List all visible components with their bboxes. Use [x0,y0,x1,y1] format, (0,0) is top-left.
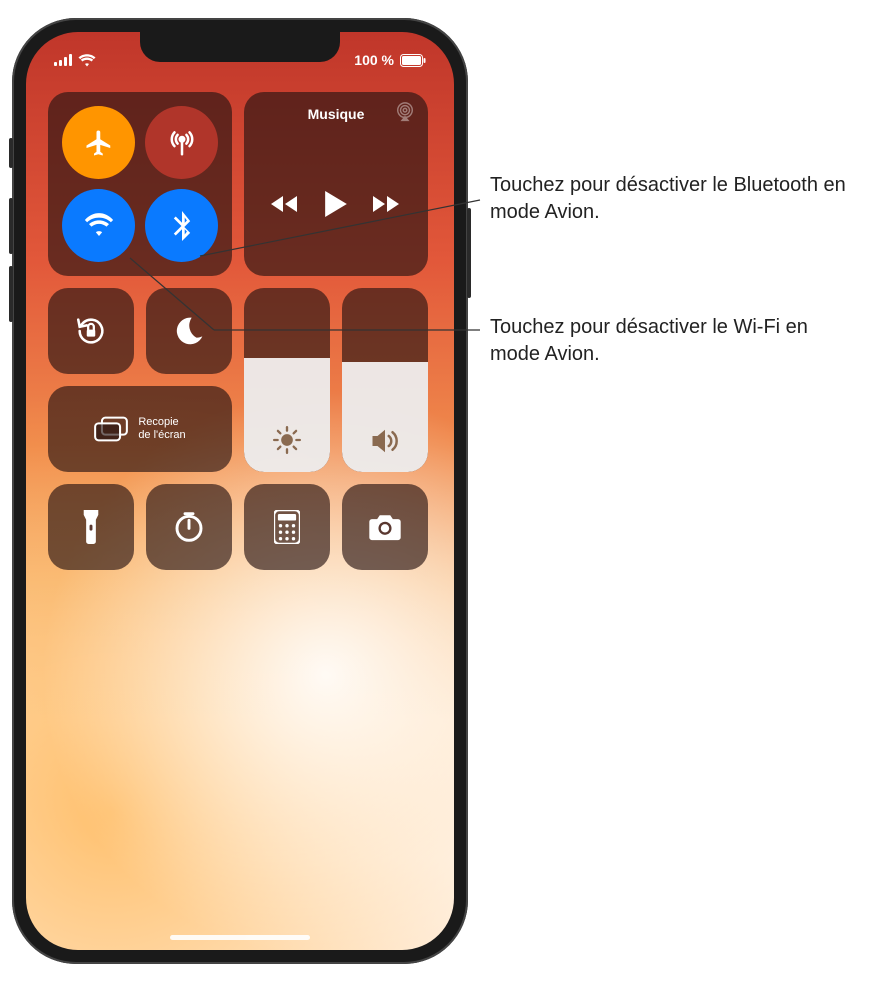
rotation-lock-icon [74,314,108,348]
cellular-data-toggle[interactable] [145,106,218,179]
play-button[interactable] [325,191,347,217]
callout-wifi: Touchez pour désactiver le Wi‑Fi en mode… [490,314,850,368]
brightness-icon [273,426,301,454]
prev-track-button[interactable] [271,194,299,214]
side-button [467,208,471,298]
camera-button[interactable] [342,484,428,570]
next-track-button[interactable] [373,194,401,214]
bluetooth-icon [169,211,195,241]
calculator-button[interactable] [244,484,330,570]
control-center: Musique [48,92,434,570]
volume-up-button [9,198,13,254]
calculator-icon [274,510,300,544]
screen-mirror-label: Recopie de l'écran [138,416,185,441]
flashlight-button[interactable] [48,484,134,570]
wifi-toggle[interactable] [62,189,135,262]
volume-down-button [9,266,13,322]
airplay-icon[interactable] [394,102,416,122]
brightness-slider[interactable] [244,288,330,472]
notch [140,32,340,62]
do-not-disturb-icon [173,315,205,347]
cellular-signal-icon [54,54,72,66]
wifi-status-icon [78,54,96,67]
volume-icon [370,428,400,454]
bluetooth-toggle[interactable] [145,189,218,262]
battery-icon [400,54,426,67]
camera-icon [368,513,402,541]
antenna-icon [167,128,197,158]
mute-switch [9,138,13,168]
callout-bluetooth: Touchez pour désactiver le Bluetooth en … [490,172,870,226]
do-not-disturb-toggle[interactable] [146,288,232,374]
phone-frame: 100 % [12,18,468,964]
home-indicator[interactable] [170,935,310,940]
rotation-lock-toggle[interactable] [48,288,134,374]
timer-button[interactable] [146,484,232,570]
timer-icon [173,511,205,543]
media-title: Musique [308,106,365,122]
airplane-mode-toggle[interactable] [62,106,135,179]
media-controls[interactable]: Musique [244,92,428,276]
screen-mirror-icon [94,416,128,442]
connectivity-group [48,92,232,276]
battery-percentage: 100 % [354,52,394,68]
screen-mirroring-button[interactable]: Recopie de l'écran [48,386,232,472]
screen: 100 % [26,32,454,950]
flashlight-icon [81,510,101,544]
wifi-icon [84,211,114,241]
volume-slider[interactable] [342,288,428,472]
airplane-icon [84,128,114,158]
